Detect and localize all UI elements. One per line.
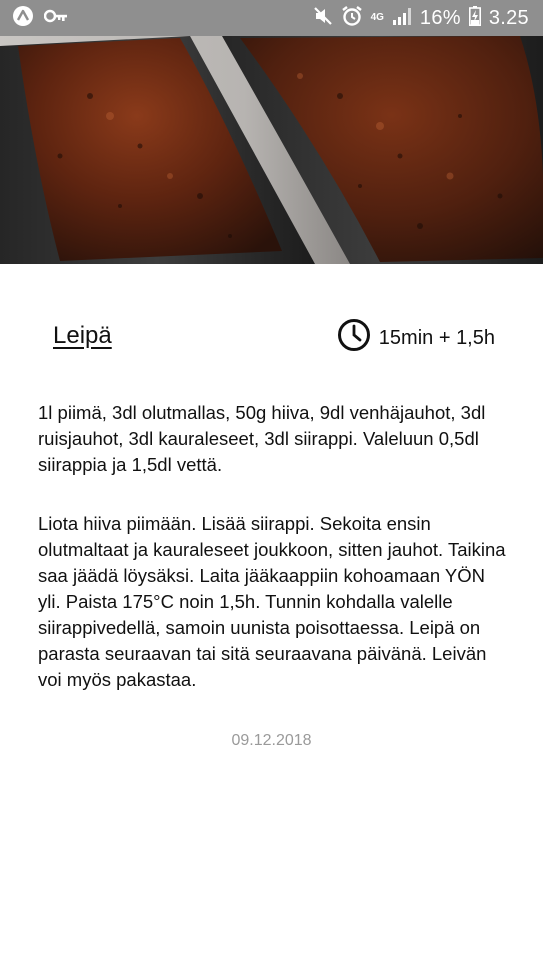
recipe-title: Leipä <box>53 322 112 349</box>
recipe-ingredients: 1l piimä, 3dl olutmallas, 50g hiiva, 9dl… <box>38 402 486 475</box>
recipe-instructions: Liota hiiva piimään. Lisää siirappi. Sek… <box>38 513 506 690</box>
recipe-time-label: 15min + 1,5h <box>378 326 495 349</box>
status-left <box>12 5 68 32</box>
clock-icon <box>337 318 371 358</box>
alarm-icon <box>341 5 363 32</box>
status-bar: 4G 16% 3.25 <box>0 0 543 36</box>
key-icon <box>43 9 68 28</box>
mute-icon <box>313 6 333 31</box>
clock-time: 3.25 <box>488 6 529 29</box>
recipe-date: 09.12.2018 <box>231 732 312 749</box>
battery-charging-icon <box>468 5 481 31</box>
app-notification-icon <box>12 5 34 32</box>
battery-percent: 16% <box>419 6 461 29</box>
recipe-header: Leipä 15min + 1,5h <box>0 312 543 362</box>
signal-icon <box>392 7 412 30</box>
status-right: 4G 16% 3.25 <box>313 5 529 32</box>
recipe-photo <box>0 36 543 264</box>
network-type-label: 4G <box>370 12 384 23</box>
recipe-time: 15min + 1,5h <box>337 318 495 358</box>
